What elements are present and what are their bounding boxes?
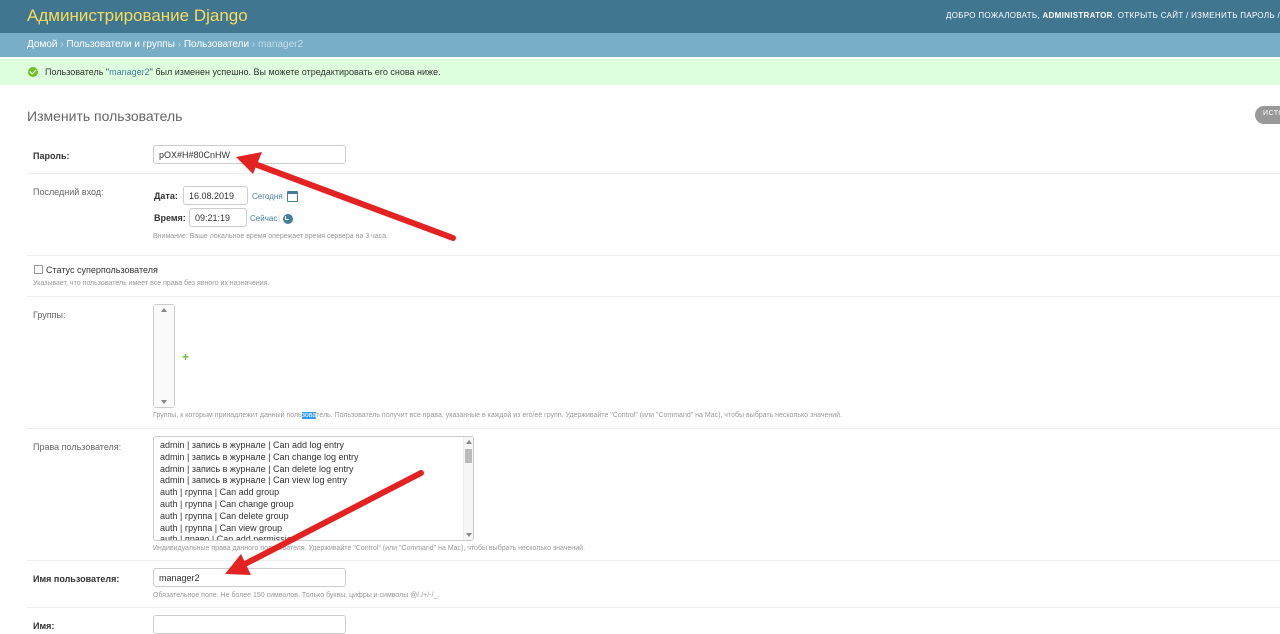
time-sep: |: [278, 214, 281, 223]
permissions-row: Права пользователя: admin | запись в жур…: [27, 429, 1280, 561]
scroll-up-icon: [161, 308, 167, 312]
message-suffix: " был изменен успешно. Вы можете отредак…: [149, 67, 441, 77]
permissions-scrollbar[interactable]: [463, 437, 473, 540]
scroll-up-icon: [466, 440, 472, 444]
superuser-label: Статус суперпользователя: [46, 265, 158, 275]
permission-option[interactable]: auth | группа | Can delete group: [160, 511, 359, 523]
permissions-select[interactable]: admin | запись в журнале | Can add log e…: [153, 436, 474, 541]
first-name-field[interactable]: [153, 615, 346, 634]
username-row: Имя пользователя: Обязательное поле. Не …: [27, 561, 1280, 608]
groups-help-before: Группы, к которым принадлежит данный пол…: [153, 412, 302, 419]
breadcrumb-app[interactable]: Пользователи и группы: [66, 39, 175, 50]
success-message: Пользователь "manager2" был изменен успе…: [0, 59, 1280, 85]
username-label: ADMINISTRATOR: [1042, 11, 1113, 20]
permissions-help: Индивидуальные права данного пользовател…: [153, 545, 585, 552]
calendar-icon[interactable]: [287, 191, 298, 202]
scroll-down-icon: [161, 400, 167, 404]
first-name-label: Имя:: [33, 621, 55, 631]
permission-option[interactable]: auth | группа | Can add group: [160, 487, 359, 499]
time-field[interactable]: [189, 208, 247, 227]
time-label: Время:: [154, 213, 186, 223]
breadcrumb: Домой › Пользователи и группы › Пользова…: [0, 33, 1280, 57]
permission-option[interactable]: auth | группа | Can change group: [160, 499, 359, 511]
date-field[interactable]: [183, 186, 248, 205]
first-name-row: Имя:: [27, 608, 1280, 634]
permission-option[interactable]: admin | запись в журнале | Can delete lo…: [160, 464, 359, 476]
scroll-down-icon: [466, 533, 472, 537]
now-link[interactable]: Сейчас: [250, 214, 277, 223]
welcome-text: ДОБРО ПОЖАЛОВАТЬ,: [946, 11, 1040, 20]
groups-label: Группы:: [33, 310, 66, 320]
permission-option[interactable]: admin | запись в журнале | Can add log e…: [160, 440, 359, 452]
groups-help-highlight: зова: [301, 412, 317, 419]
clock-icon[interactable]: [283, 214, 293, 224]
site-brand[interactable]: Администрирование Django: [27, 6, 248, 26]
permission-option[interactable]: admin | запись в журнале | Can change lo…: [160, 452, 359, 464]
username-field[interactable]: [153, 568, 346, 587]
breadcrumb-current: manager2: [258, 39, 304, 50]
breadcrumb-sep: ›: [177, 39, 182, 50]
groups-row: Группы: + Группы, к которым принадлежит …: [27, 297, 1280, 429]
password-field[interactable]: [153, 145, 346, 164]
breadcrumb-home[interactable]: Домой: [27, 39, 57, 50]
scroll-thumb[interactable]: [465, 449, 472, 463]
username-label: Имя пользователя:: [33, 574, 120, 584]
message-user-link[interactable]: manager2: [109, 67, 150, 77]
permission-option[interactable]: auth | группа | Can view group: [160, 523, 359, 535]
header: Администрирование Django ДОБРО ПОЖАЛОВАТ…: [0, 0, 1280, 33]
last-login-label: Последний вход:: [33, 187, 104, 197]
permission-option[interactable]: auth | право | Can add permission: [160, 534, 359, 540]
groups-help-after: тель. Пользователь получит все права, ук…: [316, 412, 842, 419]
timezone-help: Внимание: Ваше локальное время опережает…: [153, 233, 388, 240]
breadcrumb-model[interactable]: Пользователи: [184, 39, 249, 50]
today-link[interactable]: Сегодня: [252, 192, 283, 201]
username-help: Обязательное поле. Не более 150 символов…: [153, 592, 440, 599]
last-login-row: Последний вход: Дата: Сегодня | Время: С…: [27, 174, 1280, 256]
user-tools: ДОБРО ПОЖАЛОВАТЬ, ADMINISTRATOR. ОТКРЫТЬ…: [946, 11, 1280, 20]
permission-option[interactable]: admin | запись в журнале | Can view log …: [160, 475, 359, 487]
permissions-label: Права пользователя:: [33, 442, 122, 452]
password-row: Пароль:: [27, 140, 1280, 174]
superuser-help: Указывает, что пользователь имеет все пр…: [33, 280, 270, 287]
groups-help: Группы, к которым принадлежит данный пол…: [153, 412, 842, 419]
groups-scrollbar[interactable]: [154, 305, 174, 407]
message-prefix: Пользователь ": [45, 67, 110, 77]
superuser-row: Статус суперпользователя Указывает, что …: [27, 256, 1280, 297]
page-title: Изменить пользователь: [27, 108, 183, 124]
plus-icon[interactable]: +: [182, 350, 189, 364]
superuser-checkbox[interactable]: [34, 265, 43, 274]
checkmark-circle-icon: [28, 67, 38, 77]
permissions-options: admin | запись в журнале | Can add log e…: [160, 440, 359, 540]
password-label: Пароль:: [33, 151, 70, 161]
date-label: Дата:: [154, 191, 178, 201]
date-sep: |: [283, 192, 286, 201]
breadcrumb-sep: ›: [60, 39, 64, 50]
history-button[interactable]: ИСТО: [1255, 106, 1280, 124]
user-tools-links[interactable]: . ОТКРЫТЬ САЙТ / ИЗМЕНИТЬ ПАРОЛЬ /: [1113, 11, 1280, 20]
groups-select[interactable]: [153, 304, 175, 408]
breadcrumb-sep: ›: [251, 39, 256, 50]
